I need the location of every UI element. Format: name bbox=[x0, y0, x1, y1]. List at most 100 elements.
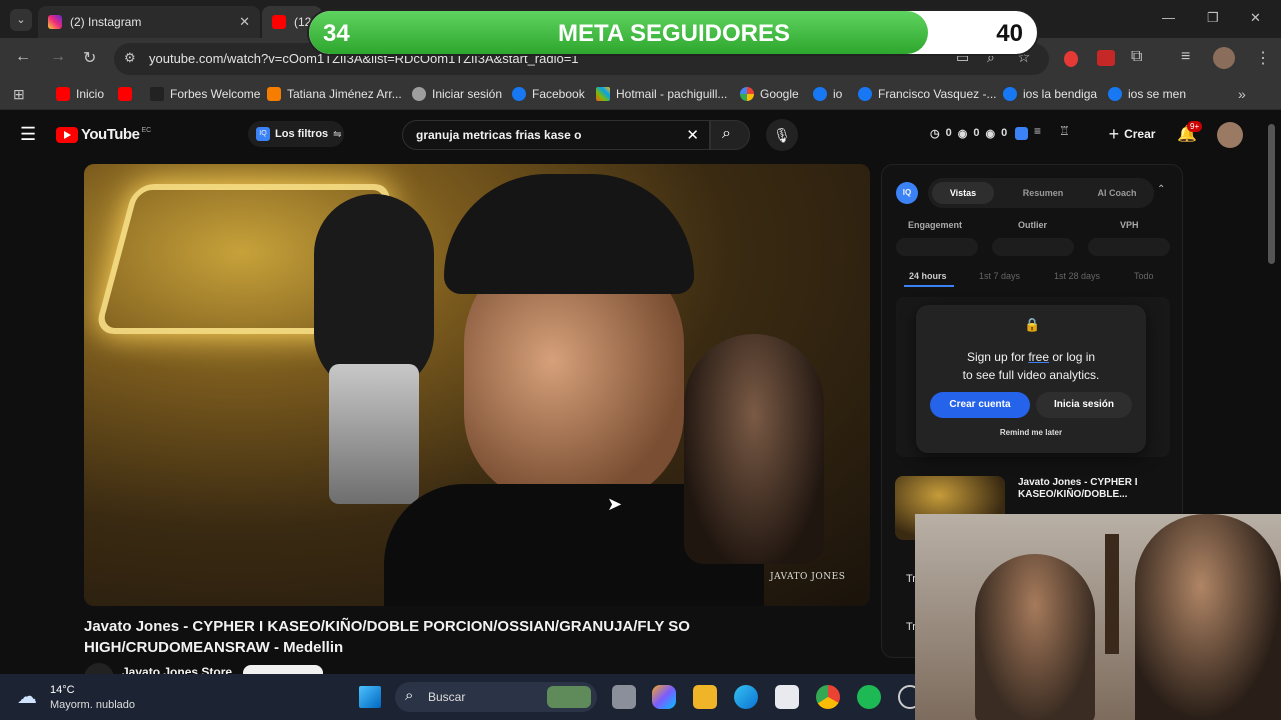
weather-desc[interactable]: Mayorm. nublado bbox=[50, 699, 135, 711]
chrome-icon[interactable] bbox=[816, 685, 840, 709]
weather-cloud-icon: ☁ bbox=[17, 686, 37, 708]
period-all[interactable]: Todo bbox=[1134, 271, 1154, 281]
filter-sliders-icon: ⇋ bbox=[333, 128, 342, 140]
back-icon[interactable]: ← bbox=[15, 48, 31, 66]
bookmark-label: ios la bendiga bbox=[1023, 87, 1098, 101]
apps-grid-icon[interactable]: ⊞ bbox=[13, 86, 25, 103]
youtube-icon bbox=[272, 15, 286, 29]
close-tab-icon[interactable]: ✕ bbox=[239, 14, 250, 30]
bookmark-item[interactable]: ios la bendiga bbox=[1003, 87, 1097, 101]
youtube-icon bbox=[118, 87, 132, 101]
period-24h[interactable]: 24 hours bbox=[909, 271, 947, 281]
bookmark-label: Google bbox=[760, 87, 799, 101]
bookmark-item[interactable]: Hotmail - pachiguill... bbox=[596, 87, 727, 101]
hamburger-menu-icon[interactable]: ☰ bbox=[20, 124, 36, 145]
tab-resumen[interactable]: Resumen bbox=[1012, 182, 1074, 204]
bookmark-item[interactable]: Iniciar sesión bbox=[412, 87, 502, 101]
counters-strip: ◷ 0 ◉ 0 ◉ 0 bbox=[930, 127, 1007, 140]
video-player[interactable]: ➤ JAVATO JONES bbox=[84, 164, 870, 606]
create-button[interactable]: + Crear bbox=[1100, 120, 1164, 148]
extensions-puzzle-icon[interactable]: ⧉ bbox=[1131, 48, 1142, 66]
extension-red-icon[interactable] bbox=[1064, 51, 1078, 67]
bookmark-item[interactable]: Inicio bbox=[56, 87, 104, 101]
spotify-icon[interactable] bbox=[857, 685, 881, 709]
goal-title: META SEGUIDORES bbox=[557, 20, 791, 47]
bookmark-label: io bbox=[833, 87, 843, 101]
taskbar-search[interactable]: ⌕ Buscar bbox=[395, 682, 597, 712]
counter-value: 0 bbox=[945, 127, 952, 139]
filters-label: Los filtros bbox=[275, 128, 329, 140]
bookmark-item[interactable] bbox=[118, 87, 138, 101]
more-bookmarks-icon[interactable]: » bbox=[1238, 86, 1246, 102]
search-box[interactable]: granuja metricas frias kase o ✕ bbox=[402, 120, 710, 150]
search-input[interactable]: granuja metricas frias kase o bbox=[416, 128, 581, 142]
lock-icon: 🔒 bbox=[1024, 317, 1041, 332]
remind-later-link[interactable]: Remind me later bbox=[916, 428, 1146, 437]
windows-start-icon[interactable] bbox=[359, 686, 381, 708]
period-7d[interactable]: 1st 7 days bbox=[979, 271, 1020, 281]
page-scrollbar[interactable] bbox=[1268, 124, 1275, 264]
bookmark-item[interactable]: Forbes Welcome bbox=[150, 87, 260, 101]
menu-kebab-icon[interactable]: ⋮ bbox=[1255, 48, 1271, 68]
forward-icon[interactable]: → bbox=[50, 48, 66, 66]
trophy-icon[interactable]: ♖ bbox=[1059, 124, 1070, 138]
login-button[interactable]: Inicia sesión bbox=[1036, 392, 1132, 418]
iq-icon: IQ bbox=[256, 127, 270, 141]
weather-temp[interactable]: 14°C bbox=[50, 684, 75, 696]
webcam-person-left bbox=[975, 554, 1095, 720]
bookmark-item[interactable]: Facebook bbox=[512, 87, 585, 101]
copilot-icon[interactable] bbox=[652, 685, 676, 709]
tab-title: (2) Instagram bbox=[70, 15, 142, 29]
file-explorer-icon[interactable] bbox=[693, 685, 717, 709]
period-28d[interactable]: 1st 28 days bbox=[1054, 271, 1100, 281]
webcam-overlay bbox=[915, 514, 1281, 720]
clear-search-icon[interactable]: ✕ bbox=[686, 126, 699, 144]
list-icon[interactable]: ≡ bbox=[1034, 124, 1041, 138]
extension-badge-icon[interactable] bbox=[1097, 50, 1115, 66]
voice-search-button[interactable]: 🎙 bbox=[766, 119, 798, 151]
metric-outlier-label: Outlier bbox=[1018, 220, 1048, 230]
media-control-icon[interactable]: ≡ bbox=[1181, 48, 1190, 66]
google-icon bbox=[740, 87, 754, 101]
site-info-icon[interactable]: ⚙ bbox=[124, 50, 136, 66]
bookmark-item[interactable]: ios se men bbox=[1108, 87, 1186, 101]
instagram-icon bbox=[48, 15, 62, 29]
create-account-button[interactable]: Crear cuenta bbox=[930, 392, 1030, 418]
youtube-icon bbox=[56, 87, 70, 101]
youtube-logo[interactable]: YouTube EC bbox=[56, 126, 151, 143]
youtube-header: ☰ YouTube EC IQ Los filtros ⇋ granuja me… bbox=[0, 112, 1281, 158]
tab-search-dropdown[interactable]: ⌄ bbox=[10, 9, 32, 31]
region-code: EC bbox=[141, 127, 152, 134]
reload-icon[interactable]: ↻ bbox=[83, 48, 96, 68]
collapse-chevron-icon[interactable]: ⌃ bbox=[1157, 184, 1165, 195]
account-avatar[interactable] bbox=[1217, 122, 1243, 148]
bookmark-label: ios se men bbox=[1128, 87, 1187, 101]
close-window-icon[interactable]: ✕ bbox=[1250, 10, 1261, 26]
filters-button[interactable]: IQ Los filtros ⇋ bbox=[248, 121, 344, 147]
tab-instagram[interactable]: (2) Instagram ✕ bbox=[38, 6, 260, 38]
free-link[interactable]: free bbox=[1028, 350, 1049, 364]
watermark: JAVATO JONES bbox=[770, 572, 846, 582]
up-next-title[interactable]: Javato Jones - CYPHER I KASEO/KIÑO/DOBLE… bbox=[1018, 477, 1168, 501]
eye-icon: ◉ bbox=[985, 128, 996, 140]
bookmark-item[interactable]: io bbox=[813, 87, 842, 101]
search-button[interactable]: ⌕ bbox=[710, 120, 750, 150]
bookmark-item[interactable]: Google bbox=[740, 87, 799, 101]
period-underline bbox=[904, 285, 954, 287]
tab-ai-coach[interactable]: AI Coach bbox=[1084, 182, 1150, 204]
outlook-icon bbox=[596, 87, 610, 101]
goal-target-count: 40 bbox=[996, 20, 1023, 47]
edge-icon[interactable] bbox=[734, 685, 758, 709]
minimize-icon[interactable]: — bbox=[1162, 10, 1175, 25]
task-view-icon[interactable] bbox=[612, 685, 636, 709]
restore-icon[interactable]: ❐ bbox=[1207, 10, 1219, 26]
profile-avatar[interactable] bbox=[1213, 47, 1235, 69]
counter-value: 0 bbox=[973, 127, 980, 139]
search-highlight-icon bbox=[547, 686, 591, 708]
iq-icon[interactable] bbox=[1015, 127, 1028, 140]
youtube-play-icon bbox=[56, 126, 78, 143]
tab-vistas[interactable]: Vistas bbox=[932, 182, 994, 204]
bookmark-item[interactable]: Tatiana Jiménez Arr... bbox=[267, 87, 402, 101]
bookmark-item[interactable]: Francisco Vasquez -... bbox=[858, 87, 997, 101]
store-icon[interactable] bbox=[775, 685, 799, 709]
